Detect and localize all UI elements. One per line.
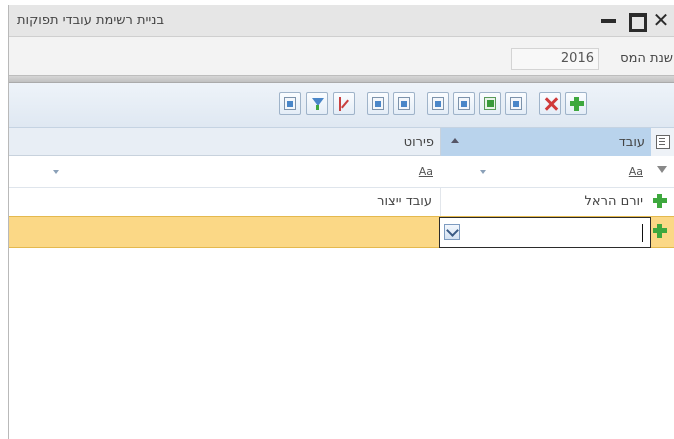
column-header-oved-label: עובד (618, 135, 645, 150)
combo-dropdown-icon[interactable] (444, 224, 460, 240)
sheet-icon (398, 97, 410, 110)
maximize-icon[interactable] (626, 10, 647, 32)
employee-input[interactable] (468, 221, 643, 243)
new-row-add-icon[interactable] (652, 223, 670, 241)
column-header-perut[interactable]: פירוט (9, 128, 441, 156)
year-filter-row: 2016 שנת המס (9, 37, 674, 75)
copy-button[interactable] (367, 92, 389, 115)
add-icon (570, 97, 584, 111)
report-button[interactable] (453, 92, 475, 115)
sort-ascending-icon (451, 138, 459, 143)
sheet-button[interactable] (393, 92, 415, 115)
filter-cell-oved[interactable]: Aa (441, 156, 651, 188)
filter-operator-oved[interactable]: Aa (629, 165, 643, 178)
window-title: בניית רשימת עובדי תפוקות (17, 13, 165, 28)
filter-dropdown-icon[interactable] (53, 170, 59, 174)
delete-button[interactable] (539, 92, 561, 115)
grid-header: פירוט עובד (9, 128, 674, 156)
copy-icon (372, 97, 384, 110)
new-row-perut-cell[interactable] (9, 217, 439, 247)
edit-pencil-icon (338, 97, 350, 111)
edit-button[interactable] (479, 92, 501, 115)
employee-combo[interactable] (439, 217, 651, 248)
title-bar: בניית רשימת עובדי תפוקות ✕ (9, 5, 674, 37)
cell-oved-text: יורם הראל (584, 194, 643, 209)
report-icon (458, 97, 470, 110)
print-icon (284, 97, 296, 110)
cell-perut[interactable]: עובד ייצור (9, 188, 441, 216)
cell-oved[interactable]: יורם הראל (441, 188, 651, 216)
delete-icon (544, 97, 556, 110)
column-chooser-icon[interactable] (651, 128, 674, 156)
column-header-perut-label: פירוט (403, 135, 434, 150)
year-label: שנת המס (620, 51, 673, 66)
grid-filter-row: Aa Aa (9, 156, 674, 188)
add-button[interactable] (565, 92, 587, 115)
column-header-oved[interactable]: עובד (441, 128, 651, 156)
export-icon (510, 97, 522, 110)
export-button[interactable] (505, 92, 527, 115)
filter-operator-perut[interactable]: Aa (419, 165, 433, 178)
table-row[interactable]: עובד ייצור יורם הראל (9, 188, 674, 216)
print-button[interactable] (279, 92, 301, 115)
row-add-icon[interactable] (652, 193, 670, 211)
filter-button[interactable] (306, 92, 328, 115)
view-icon (432, 97, 444, 110)
minimize-icon[interactable] (599, 10, 619, 30)
edit-icon (484, 97, 496, 110)
new-row[interactable] (9, 216, 674, 248)
filter-dropdown-icon[interactable] (480, 170, 486, 174)
edit-pencil-button[interactable] (333, 92, 355, 115)
year-field[interactable]: 2016 (511, 48, 599, 70)
row-filter-icon (657, 166, 667, 176)
text-caret (642, 224, 643, 242)
close-icon[interactable]: ✕ (651, 10, 671, 30)
filter-cell-perut[interactable]: Aa (9, 156, 441, 188)
toolbar (9, 83, 674, 128)
dialog-window: בניית רשימת עובדי תפוקות ✕ 2016 שנת המס … (8, 5, 674, 439)
filter-icon (311, 97, 324, 110)
cell-perut-text: עובד ייצור (377, 194, 432, 209)
view-button[interactable] (427, 92, 449, 115)
splitter[interactable] (9, 75, 674, 83)
